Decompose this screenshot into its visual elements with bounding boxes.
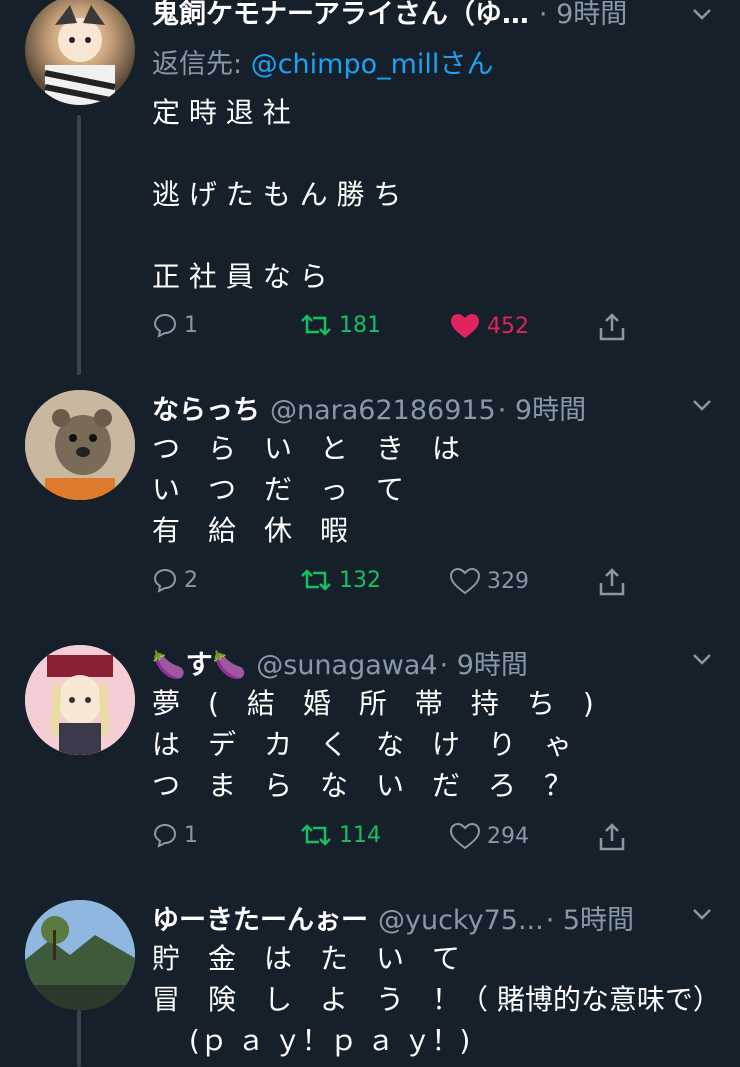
heart-icon <box>449 567 481 595</box>
reply-to-label: 返信先: <box>152 49 251 80</box>
tweet-2[interactable]: ならっち @nara62186915 · 9時間 つ ら い と き は い つ… <box>0 375 740 625</box>
reply-count: 1 <box>184 312 198 338</box>
tweet-text: つ ら い と き は い つ だ っ て 有 給 休 暇 <box>152 432 461 547</box>
like-count: 294 <box>487 823 529 849</box>
reply-to-mention[interactable]: @chimpo_millさん <box>251 49 494 80</box>
retweet-count: 132 <box>339 567 381 593</box>
avatar-image <box>44 5 116 105</box>
avatar-image <box>25 645 135 755</box>
handle[interactable]: @sunagawa4 <box>256 650 437 681</box>
retweet-count: 114 <box>339 822 381 848</box>
like-button[interactable]: 329 <box>449 567 529 595</box>
share-button[interactable] <box>597 822 627 852</box>
retweet-icon <box>301 314 331 336</box>
reply-to: 返信先: @chimpo_millさん <box>152 42 493 81</box>
thread-line <box>77 1010 81 1067</box>
thread-line <box>77 115 81 375</box>
display-name[interactable]: ならっち <box>152 388 260 427</box>
tweet-text: 貯 金 は た い て 冒 険 し よ う ！（ 賭博的な意味で） (ｐ ａ ｙ… <box>152 942 721 1057</box>
tweet-header: ならっち @nara62186915 · 9時間 <box>152 388 586 427</box>
retweet-button[interactable]: 132 <box>299 567 381 593</box>
share-button[interactable] <box>597 567 627 597</box>
share-button[interactable] <box>597 312 627 342</box>
reply-count: 1 <box>184 822 198 848</box>
reply-icon <box>153 313 177 338</box>
avatar[interactable] <box>25 645 135 755</box>
tweet-header: ゆーきたーんぉー @yucky75... · 5時間 <box>152 898 634 937</box>
share-icon <box>599 568 625 596</box>
avatar[interactable] <box>25 390 135 500</box>
reply-icon <box>153 568 177 593</box>
avatar-image <box>25 390 135 500</box>
like-count: 452 <box>487 313 529 339</box>
like-count: 329 <box>487 568 529 594</box>
chevron-down-icon[interactable] <box>688 0 716 28</box>
retweet-icon <box>301 824 331 846</box>
chevron-down-icon[interactable] <box>688 645 716 673</box>
reply-count: 2 <box>184 567 198 593</box>
tweet-actions: 1 114 294 <box>152 822 652 856</box>
tweet-actions: 2 132 329 <box>152 567 652 601</box>
retweet-button[interactable]: 181 <box>299 312 381 338</box>
tweet-header: 鬼飼ケモナーアライさん（ゆ… · 9時間 <box>152 0 627 31</box>
like-button[interactable]: 452 <box>449 312 529 340</box>
timestamp[interactable]: · 9時間 <box>498 388 586 427</box>
like-button[interactable]: 294 <box>449 822 529 850</box>
handle[interactable]: @yucky75... <box>378 905 544 936</box>
reply-icon <box>153 823 177 848</box>
heart-icon <box>449 822 481 850</box>
share-icon <box>599 313 625 341</box>
heart-filled-icon <box>451 314 479 338</box>
handle[interactable]: @nara62186915 <box>270 395 496 426</box>
avatar[interactable] <box>25 900 135 1010</box>
tweet-1[interactable]: 鬼飼ケモナーアライさん（ゆ… · 9時間 返信先: @chimpo_millさん… <box>0 0 740 375</box>
avatar[interactable] <box>25 0 135 105</box>
avatar-image <box>25 900 135 1010</box>
retweet-icon <box>301 569 331 591</box>
tweet-header: 🍆す🍆 @sunagawa4 · 9時間 <box>152 643 528 682</box>
tweet-text: 夢 ( 結 婚 所 帯 持 ち ) は デ カ く な け り ゃ つ ま ら … <box>152 687 594 802</box>
timestamp[interactable]: · 5時間 <box>546 898 634 937</box>
reply-button[interactable]: 1 <box>152 822 198 848</box>
chevron-down-icon[interactable] <box>688 900 716 928</box>
reply-button[interactable]: 2 <box>152 567 198 593</box>
tweet-4[interactable]: ゆーきたーんぉー @yucky75... · 5時間 貯 金 は た い て 冒… <box>0 880 740 1067</box>
chevron-down-icon[interactable] <box>688 391 716 419</box>
tweet-3[interactable]: 🍆す🍆 @sunagawa4 · 9時間 夢 ( 結 婚 所 帯 持 ち ) は… <box>0 625 740 880</box>
display-name[interactable]: 🍆す🍆 <box>152 643 246 682</box>
display-name[interactable]: ゆーきたーんぉー <box>152 898 368 937</box>
tweet-text: 定 時 退 社 逃 げ た も ん 勝 ち 正 社 員 な ら <box>152 96 402 293</box>
retweet-count: 181 <box>339 312 381 338</box>
tweet-actions: 1 181 452 <box>152 312 652 346</box>
reply-button[interactable]: 1 <box>152 312 198 338</box>
display-name[interactable]: 鬼飼ケモナーアライさん（ゆ… <box>152 0 529 31</box>
timestamp[interactable]: · 9時間 <box>539 0 627 31</box>
timestamp[interactable]: · 9時間 <box>440 643 528 682</box>
share-icon <box>599 823 625 851</box>
retweet-button[interactable]: 114 <box>299 822 381 848</box>
